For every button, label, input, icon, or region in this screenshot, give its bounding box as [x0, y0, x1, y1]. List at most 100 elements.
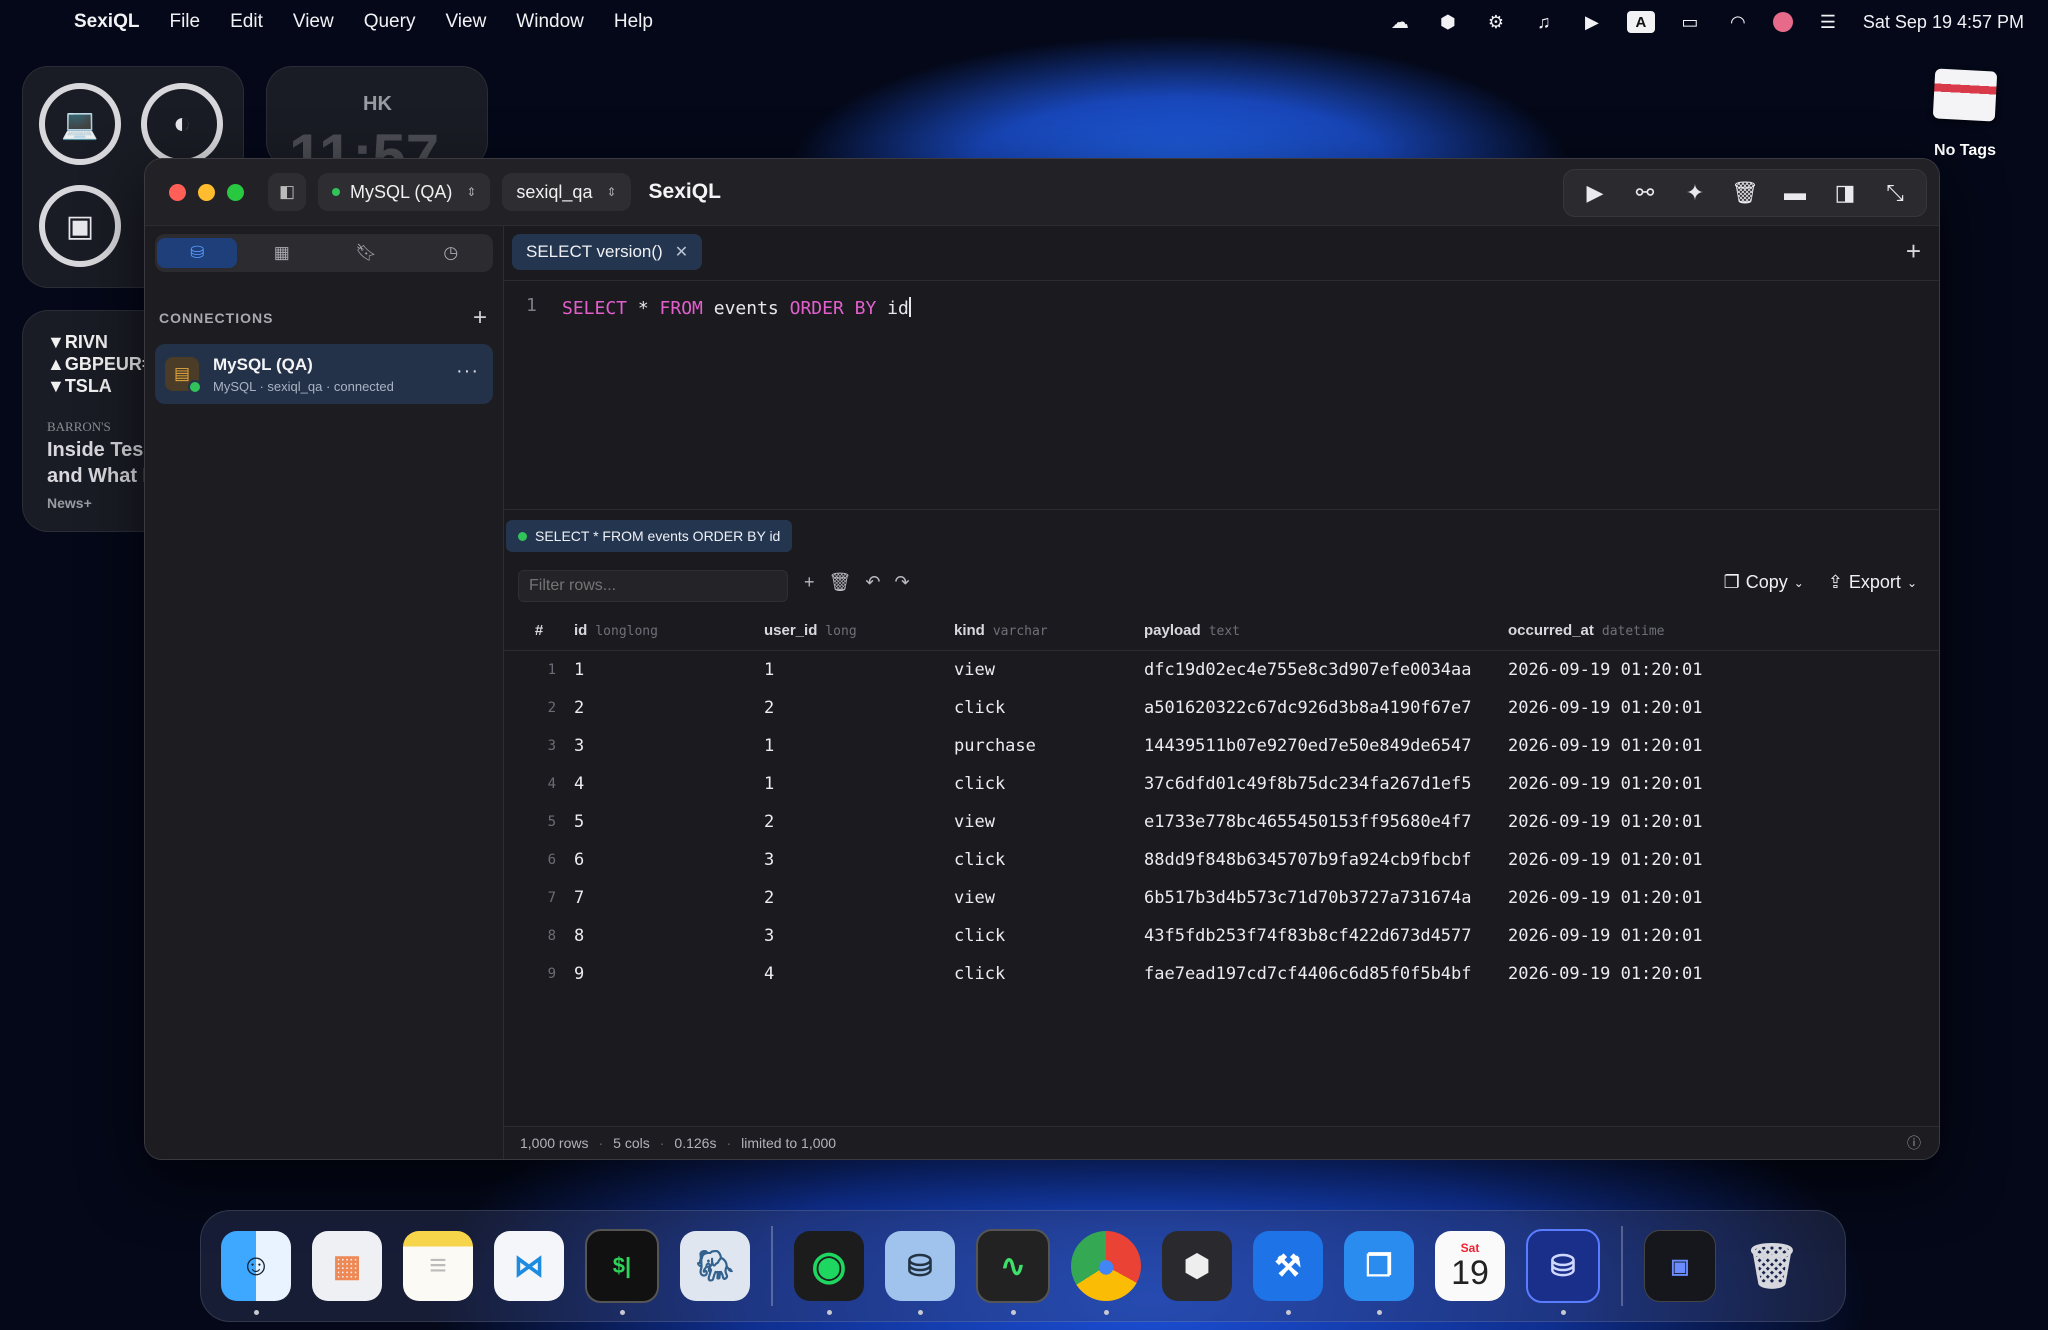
- menu-clock[interactable]: Sat Sep 19 4:57 PM: [1863, 12, 2024, 33]
- table-cell[interactable]: 2026-09-19 01:20:01: [1508, 689, 1939, 727]
- notes-icon[interactable]: ≡: [403, 1231, 473, 1301]
- spotify-icon[interactable]: ◉: [794, 1231, 864, 1315]
- table-cell[interactable]: view: [954, 651, 1144, 690]
- table-row[interactable]: 8 8 3 click 43f5fdb253f74f83b8cf422d673d4577…: [504, 917, 1939, 955]
- column-header[interactable]: #: [504, 610, 574, 651]
- menu-file[interactable]: File: [169, 11, 200, 33]
- zoom-window-button[interactable]: [227, 183, 244, 201]
- table-cell[interactable]: 14439511b07e9270ed7e50e849de6547: [1144, 727, 1508, 765]
- fullscreen-button[interactable]: ⤡: [1870, 173, 1920, 213]
- table-cell[interactable]: 8: [574, 917, 764, 955]
- ai-assist-button[interactable]: ✦: [1670, 173, 1720, 213]
- table-cell[interactable]: 6: [574, 841, 764, 879]
- table-cell[interactable]: 2026-09-19 01:20:01: [1508, 841, 1939, 879]
- table-cell[interactable]: 9: [574, 955, 764, 990]
- toggle-results-panel-button[interactable]: ▬: [1770, 173, 1820, 213]
- info-icon[interactable]: ⓘ: [1907, 1133, 1921, 1153]
- menu-help[interactable]: Help: [614, 11, 653, 33]
- cube-icon[interactable]: ⬢: [1435, 10, 1461, 34]
- input-source-icon[interactable]: A: [1626, 11, 1655, 33]
- table-cell[interactable]: view: [954, 803, 1144, 841]
- add-connection-button[interactable]: +: [473, 304, 487, 332]
- creative-cloud-icon[interactable]: ☁: [1387, 10, 1413, 34]
- connection-more-button[interactable]: ···: [456, 360, 479, 383]
- column-header[interactable]: occurred_at datetime: [1508, 610, 1939, 651]
- column-header[interactable]: payload text: [1144, 610, 1508, 651]
- toggle-inspector-button[interactable]: ◨: [1820, 173, 1870, 213]
- battery-icon[interactable]: ▭: [1677, 10, 1703, 34]
- table-cell[interactable]: fae7ead197cd7cf4406c6d85f0f5b4bf: [1144, 955, 1508, 990]
- tab-history[interactable]: ◷: [411, 238, 491, 268]
- table-cell[interactable]: e1733e778bc4655450153ff95680e4f7: [1144, 803, 1508, 841]
- table-cell[interactable]: 4: [574, 765, 764, 803]
- menu-query[interactable]: Query: [364, 11, 416, 33]
- table-row[interactable]: 1 1 1 view dfc19d02ec4e755e8c3d907efe0034aa 2…: [504, 651, 1939, 690]
- table-cell[interactable]: 3: [764, 917, 954, 955]
- files-icon[interactable]: ❐: [1344, 1231, 1414, 1315]
- sidebar-toggle-button[interactable]: ◧: [268, 173, 306, 211]
- table-cell[interactable]: 2: [764, 689, 954, 727]
- table-cell[interactable]: 3: [574, 727, 764, 765]
- activity-monitor-icon[interactable]: ∿: [976, 1229, 1050, 1315]
- postgres-icon[interactable]: 🐘︎: [680, 1231, 750, 1301]
- export-button[interactable]: ⇪ Export ⌄: [1828, 572, 1917, 593]
- trash-icon[interactable]: 🗑: [1737, 1231, 1807, 1301]
- app-icon[interactable]: ⚙: [1483, 10, 1509, 34]
- filter-rows-input[interactable]: [518, 570, 788, 602]
- table-row[interactable]: 7 7 2 view 6b517b3d4b573c71d70b3727a731674a 2…: [504, 879, 1939, 917]
- table-cell[interactable]: 2026-09-19 01:20:01: [1508, 803, 1939, 841]
- delete-row-icon[interactable]: 🗑: [829, 572, 852, 593]
- run-query-button[interactable]: ▶: [1570, 173, 1620, 213]
- table-cell[interactable]: 88dd9f848b6345707b9fa924cb9fbcbf: [1144, 841, 1508, 879]
- tab-connections[interactable]: ⛁: [157, 238, 238, 268]
- minimize-window-button[interactable]: [198, 183, 215, 201]
- table-cell[interactable]: 4: [764, 955, 954, 990]
- table-cell[interactable]: click: [954, 917, 1144, 955]
- sql-code-line[interactable]: SELECT * FROM events ORDER BY id: [562, 297, 911, 319]
- column-header[interactable]: user_id long: [764, 610, 954, 651]
- menu-view[interactable]: View: [293, 11, 334, 33]
- table-row[interactable]: 9 9 4 click fae7ead197cd7cf4406c6d85f0f5b4bf…: [504, 955, 1939, 990]
- table-row[interactable]: 3 3 1 purchase 14439511b07e9270ed7e50e849de6…: [504, 727, 1939, 765]
- table-cell[interactable]: click: [954, 765, 1144, 803]
- column-header[interactable]: id longlong: [574, 610, 764, 651]
- headphones-icon[interactable]: ♫: [1531, 10, 1557, 34]
- table-cell[interactable]: 7: [574, 879, 764, 917]
- table-row[interactable]: 4 4 1 click 37c6dfd01c49f8b75dc234fa267d1ef5…: [504, 765, 1939, 803]
- table-cell[interactable]: view: [954, 879, 1144, 917]
- add-row-icon[interactable]: +: [804, 572, 815, 593]
- connection-selector[interactable]: MySQL (QA) ⇕: [318, 173, 491, 211]
- table-cell[interactable]: click: [954, 689, 1144, 727]
- column-header[interactable]: kind varchar: [954, 610, 1144, 651]
- close-window-button[interactable]: [169, 183, 186, 201]
- menu-app-name[interactable]: SexiQL: [74, 11, 139, 33]
- table-cell[interactable]: click: [954, 955, 1144, 990]
- menu-window[interactable]: Window: [516, 11, 584, 33]
- copy-button[interactable]: ❐ Copy ⌄: [1724, 572, 1804, 593]
- launchpad-icon[interactable]: ▦: [312, 1231, 382, 1301]
- chrome-icon[interactable]: ●: [1071, 1231, 1141, 1315]
- table-cell[interactable]: 37c6dfd01c49f8b75dc234fa267d1ef5: [1144, 765, 1508, 803]
- menu-edit[interactable]: Edit: [230, 11, 263, 33]
- table-cell[interactable]: 43f5fdb253f74f83b8cf422d673d4577: [1144, 917, 1508, 955]
- table-cell[interactable]: purchase: [954, 727, 1144, 765]
- table-cell[interactable]: 1: [764, 727, 954, 765]
- finder-icon[interactable]: ☺: [221, 1231, 291, 1315]
- file-thumbnail-icon[interactable]: [1932, 68, 1998, 122]
- table-cell[interactable]: dfc19d02ec4e755e8c3d907efe0034aa: [1144, 651, 1508, 690]
- result-tab[interactable]: SELECT * FROM events ORDER BY id: [506, 520, 793, 552]
- cube-app-icon[interactable]: ⬢: [1162, 1231, 1232, 1301]
- table-cell[interactable]: 2: [574, 689, 764, 727]
- user-avatar-icon[interactable]: [1772, 12, 1793, 32]
- table-cell[interactable]: 2026-09-19 01:20:01: [1508, 727, 1939, 765]
- database-selector[interactable]: sexiql_qa ⇕: [502, 173, 631, 211]
- table-cell[interactable]: 6b517b3d4b573c71d70b3727a731674a: [1144, 879, 1508, 917]
- table-cell[interactable]: 2: [764, 879, 954, 917]
- desktop-file-tags[interactable]: No Tags: [1928, 68, 2002, 160]
- control-center-icon[interactable]: ☰: [1815, 10, 1841, 34]
- table-row[interactable]: 5 5 2 view e1733e778bc4655450153ff95680e4f7 2…: [504, 803, 1939, 841]
- sql-editor[interactable]: 1 SELECT * FROM events ORDER BY id: [504, 281, 1939, 510]
- tab-tables[interactable]: ▦: [242, 238, 322, 268]
- table-cell[interactable]: 2026-09-19 01:20:01: [1508, 879, 1939, 917]
- table-cell[interactable]: 2: [764, 803, 954, 841]
